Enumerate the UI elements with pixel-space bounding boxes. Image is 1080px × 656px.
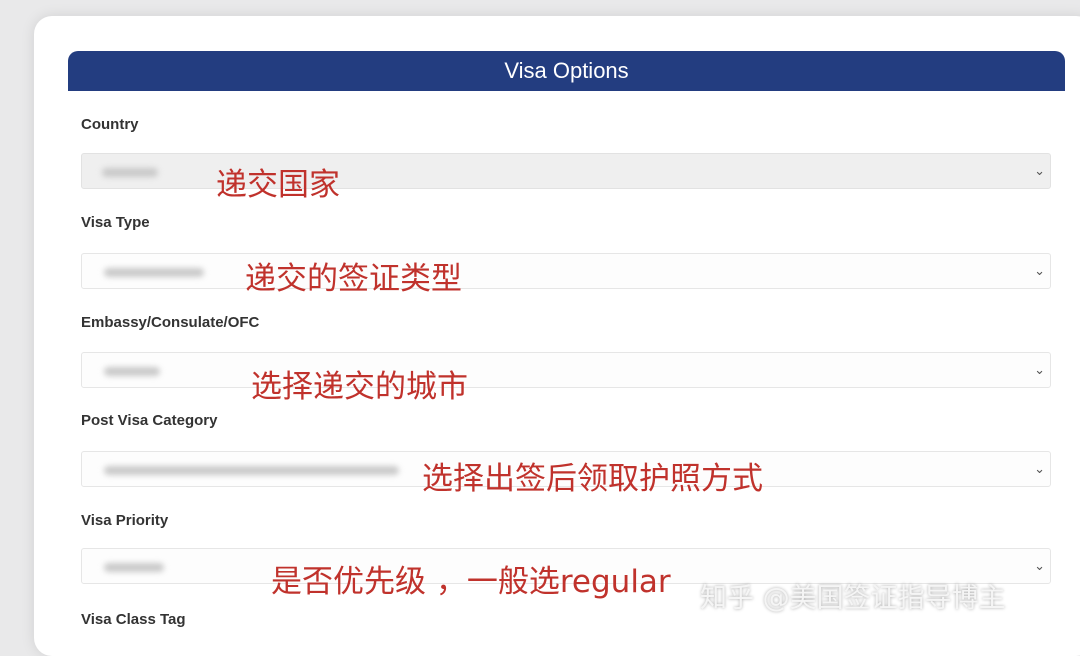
blurred-value [104,563,164,572]
visa-class-tag-label: Visa Class Tag [81,611,186,628]
embassy-select[interactable]: ⌄ [81,352,1051,388]
chevron-down-icon: ⌄ [1034,558,1045,573]
visa-priority-annotation: 是否优先级 ，一般选regular [271,564,671,600]
post-visa-category-annotation: 选择出签后领取护照方式 [422,461,763,497]
chevron-down-icon: ⌄ [1034,263,1045,278]
blurred-value [102,168,158,177]
embassy-label: Embassy/Consulate/OFC [81,314,260,331]
blurred-value [104,466,399,475]
country-label: Country [81,116,139,133]
country-annotation: 递交国家 [216,167,340,203]
blurred-value [104,268,204,277]
visa-type-select[interactable]: ⌄ [81,253,1051,289]
chevron-down-icon: ⌄ [1034,163,1045,178]
chevron-down-icon: ⌄ [1034,461,1045,476]
embassy-annotation: 选择递交的城市 [251,369,468,405]
post-visa-category-label: Post Visa Category [81,412,218,429]
blurred-value [104,367,160,376]
visa-type-annotation: 递交的签证类型 [245,261,462,297]
visa-priority-label: Visa Priority [81,512,169,529]
watermark: 知乎 @美国签证指导博主 [700,583,1006,614]
chevron-down-icon: ⌄ [1034,362,1045,377]
panel-title: Visa Options [68,51,1065,91]
visa-type-label: Visa Type [81,214,150,231]
